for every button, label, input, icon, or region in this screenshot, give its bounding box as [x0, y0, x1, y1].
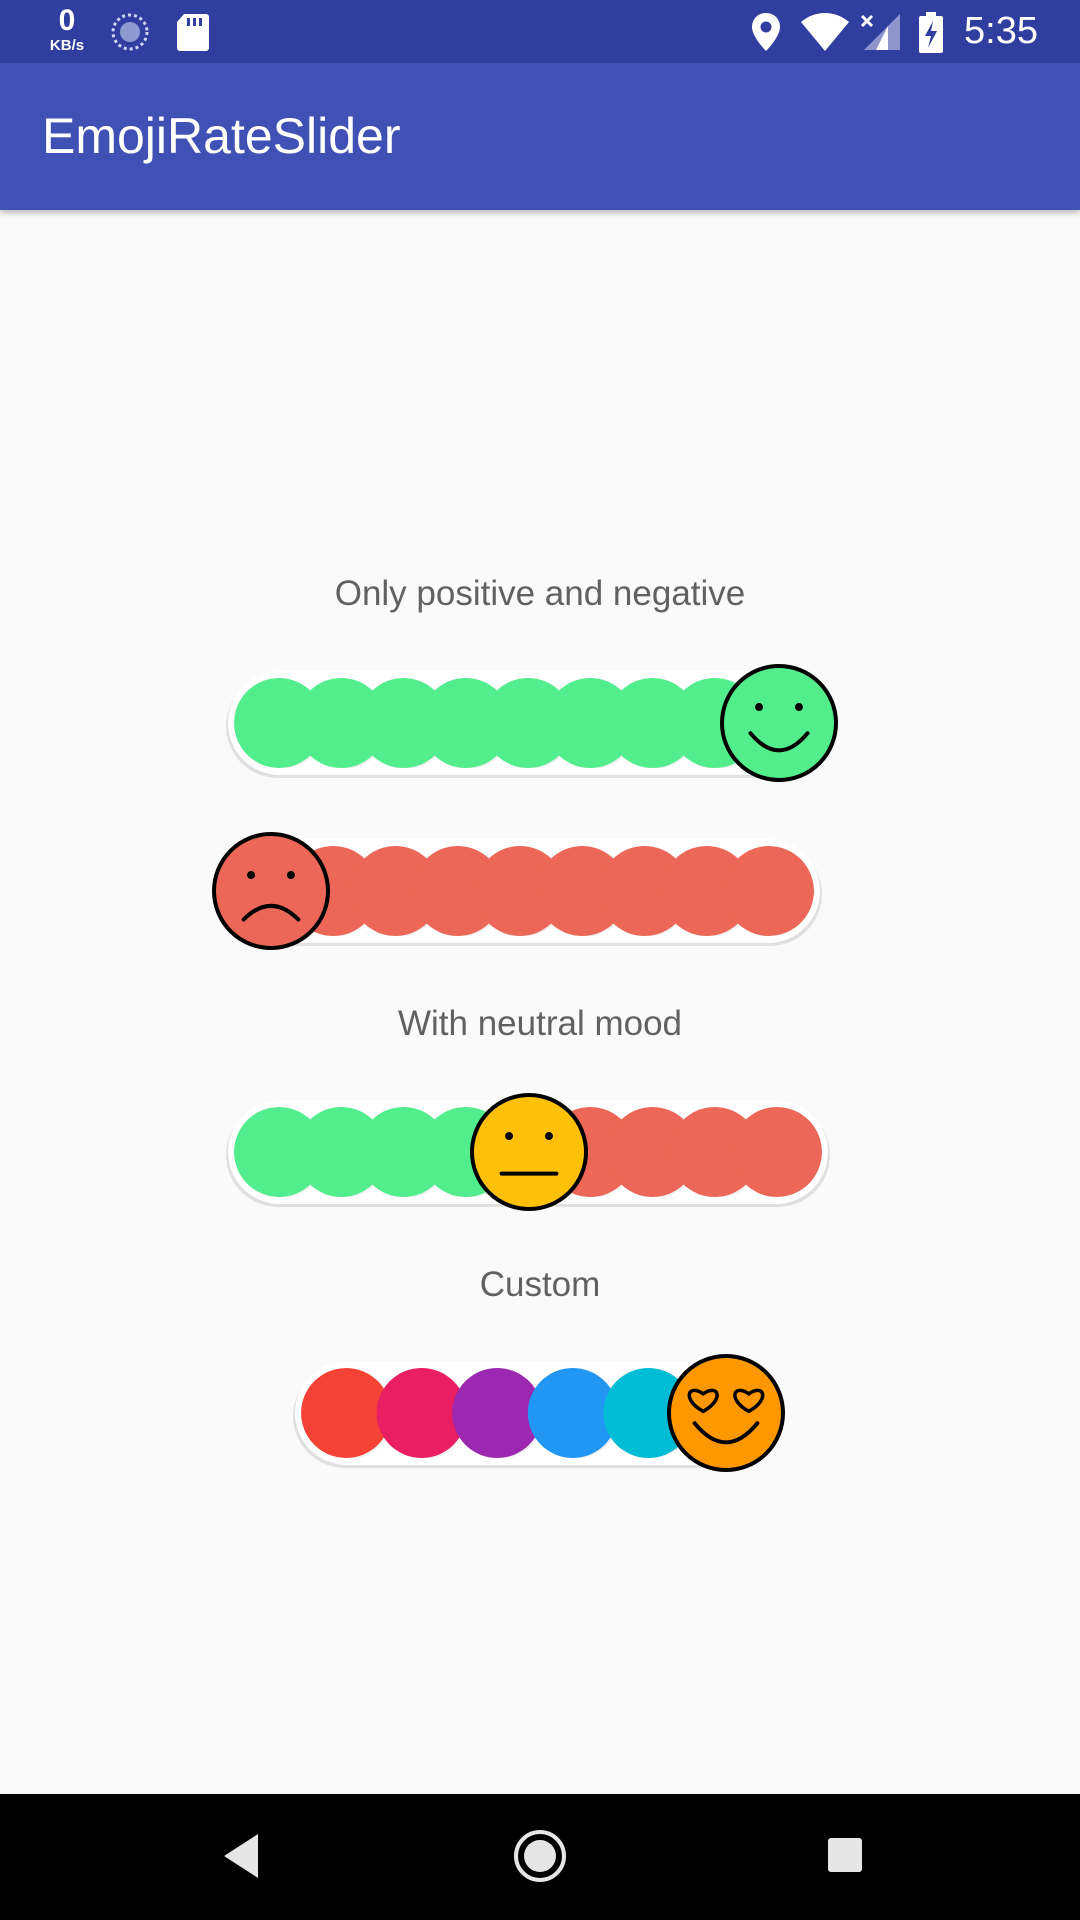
app-bar: EmojiRateSlider — [0, 63, 1080, 210]
positive-slider[interactable] — [218, 663, 838, 783]
app-title: EmojiRateSlider — [42, 108, 401, 164]
battery-charging-icon — [918, 12, 944, 59]
rating-dot — [724, 846, 814, 936]
recents-icon[interactable] — [818, 1828, 874, 1889]
section-title-positive-negative: Only positive and negative — [334, 574, 746, 613]
custom-slider[interactable] — [285, 1353, 785, 1473]
section-title-neutral: With neutral mood — [397, 1004, 683, 1043]
rating-dot — [732, 1107, 822, 1197]
back-icon[interactable] — [218, 1828, 268, 1889]
slider-thumb — [667, 1354, 785, 1472]
status-bar: 0 KB/s 5:35 — [0, 0, 1080, 63]
location-icon — [750, 12, 782, 57]
sd-card-icon — [176, 12, 210, 57]
network-speed-indicator: 0 KB/s — [44, 4, 90, 54]
slider-thumb — [470, 1093, 588, 1211]
network-speed-value: 0 — [58, 4, 76, 37]
section-title-custom: Custom — [479, 1265, 601, 1304]
slider-thumb — [720, 664, 838, 782]
navigation-bar — [0, 1794, 1080, 1920]
cellular-no-signal-icon — [860, 12, 902, 57]
wifi-icon — [800, 12, 850, 57]
status-time: 5:35 — [964, 10, 1038, 52]
neutral-slider[interactable] — [218, 1092, 838, 1212]
sync-icon — [110, 12, 150, 57]
network-speed-unit: KB/s — [49, 37, 85, 54]
home-icon[interactable] — [512, 1828, 568, 1889]
negative-slider[interactable] — [210, 831, 830, 951]
slider-thumb — [212, 832, 330, 950]
